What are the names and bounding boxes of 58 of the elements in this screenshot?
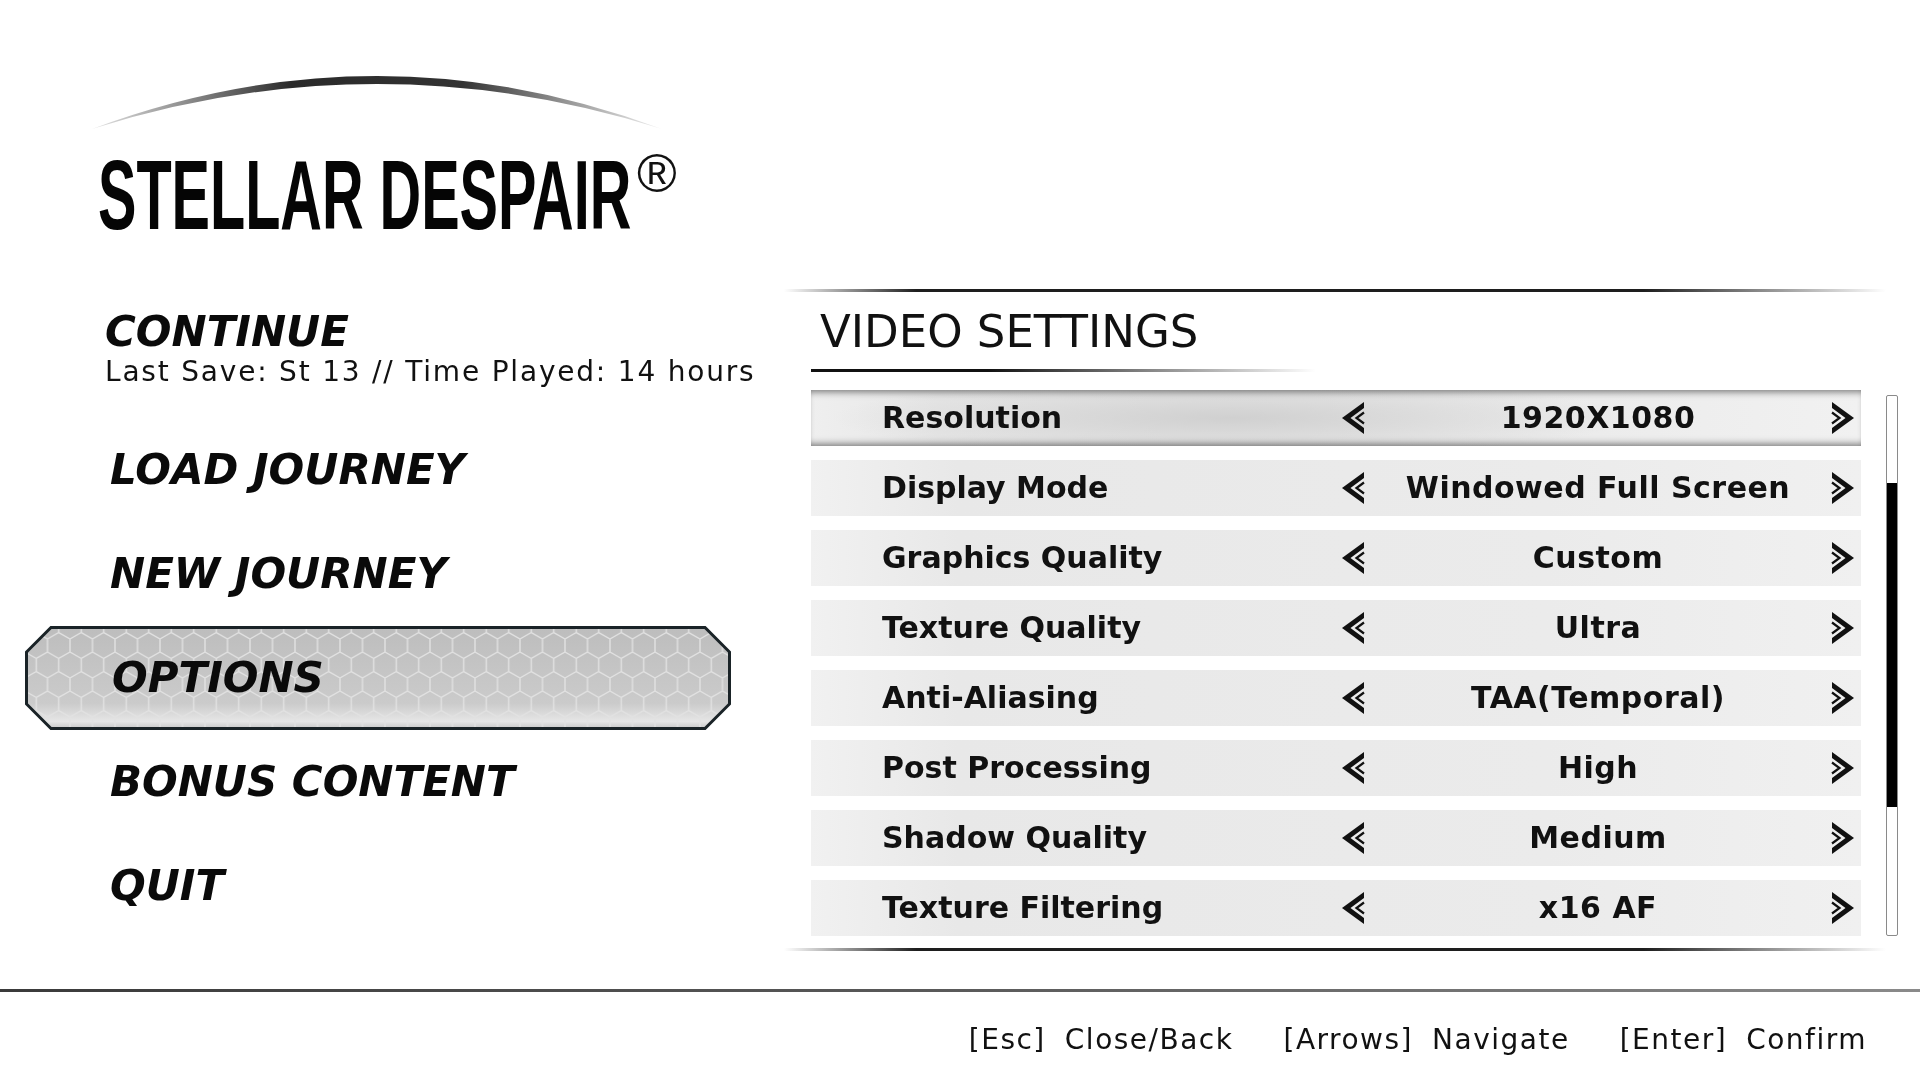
setting-label: Display Mode xyxy=(882,470,1109,506)
key-label: [Enter] xyxy=(1619,1023,1728,1057)
action-label: Navigate xyxy=(1432,1023,1570,1057)
setting-row[interactable]: Texture Filtering x16 AF xyxy=(811,880,1861,936)
chevron-right-icon[interactable] xyxy=(1831,611,1855,645)
key-label: [Esc] xyxy=(968,1023,1046,1057)
setting-row[interactable]: Texture Quality Ultra xyxy=(811,600,1861,656)
setting-value: TAA(Temporal) xyxy=(1471,680,1725,716)
menu-item[interactable]: OPTIONS xyxy=(25,626,731,730)
chevron-left-icon[interactable] xyxy=(1341,681,1365,715)
chevron-left-icon[interactable] xyxy=(1341,821,1365,855)
key-label: [Arrows] xyxy=(1283,1023,1414,1057)
menu-item[interactable]: BONUS CONTENT xyxy=(110,757,523,807)
setting-row[interactable]: Shadow Quality Medium xyxy=(811,810,1861,866)
chevron-right-icon[interactable] xyxy=(1831,751,1855,785)
setting-value: x16 AF xyxy=(1538,890,1658,926)
setting-value: Custom xyxy=(1532,540,1664,576)
registered-mark: ® xyxy=(637,146,677,200)
setting-row[interactable]: Graphics Quality Custom xyxy=(811,530,1861,586)
chevron-right-icon[interactable] xyxy=(1831,821,1855,855)
chevron-right-icon[interactable] xyxy=(1831,401,1855,435)
scrollbar[interactable] xyxy=(1886,395,1898,936)
setting-label: Anti-Aliasing xyxy=(882,680,1099,716)
setting-label: Resolution xyxy=(882,400,1063,436)
menu-item[interactable]: QUIT xyxy=(110,861,233,911)
setting-value: Medium xyxy=(1529,820,1667,856)
setting-label: Post Processing xyxy=(882,750,1152,786)
chevron-right-icon[interactable] xyxy=(1831,471,1855,505)
chevron-left-icon[interactable] xyxy=(1341,401,1365,435)
chevron-left-icon[interactable] xyxy=(1341,471,1365,505)
chevron-left-icon[interactable] xyxy=(1341,611,1365,645)
chevron-right-icon[interactable] xyxy=(1831,681,1855,715)
setting-row[interactable]: Anti-Aliasing TAA(Temporal) xyxy=(811,670,1861,726)
setting-value: High xyxy=(1557,750,1639,786)
setting-row[interactable]: Post Processing High xyxy=(811,740,1861,796)
setting-label: Shadow Quality xyxy=(882,820,1148,856)
setting-label: Texture Filtering xyxy=(882,890,1164,926)
setting-row[interactable]: Display Mode Windowed Full Screen xyxy=(811,460,1861,516)
panel-title: VIDEO SETTINGS xyxy=(820,309,1199,354)
menu-item[interactable]: LOAD JOURNEY xyxy=(110,445,473,495)
setting-row[interactable]: Resolution 1920X1080 xyxy=(811,390,1861,446)
setting-value: Ultra xyxy=(1554,610,1642,646)
setting-value: Windowed Full Screen xyxy=(1405,470,1791,506)
chevron-right-icon[interactable] xyxy=(1831,541,1855,575)
scrollbar-thumb[interactable] xyxy=(1887,483,1897,807)
save-info: Last Save: St 13 // Time Played: 14 hours xyxy=(105,356,756,388)
action-label: Confirm xyxy=(1746,1023,1867,1057)
setting-value: 1920X1080 xyxy=(1500,400,1696,436)
menu-item[interactable]: CONTINUE xyxy=(105,307,357,357)
setting-label: Texture Quality xyxy=(882,610,1142,646)
action-label: Close/Back xyxy=(1064,1023,1234,1057)
setting-label: Graphics Quality xyxy=(882,540,1163,576)
menu-item[interactable]: NEW JOURNEY xyxy=(110,549,455,599)
chevron-left-icon[interactable] xyxy=(1341,891,1365,925)
chevron-right-icon[interactable] xyxy=(1831,891,1855,925)
chevron-left-icon[interactable] xyxy=(1341,751,1365,785)
game-title: STELLAR DESPAIR xyxy=(98,155,632,235)
chevron-left-icon[interactable] xyxy=(1341,541,1365,575)
